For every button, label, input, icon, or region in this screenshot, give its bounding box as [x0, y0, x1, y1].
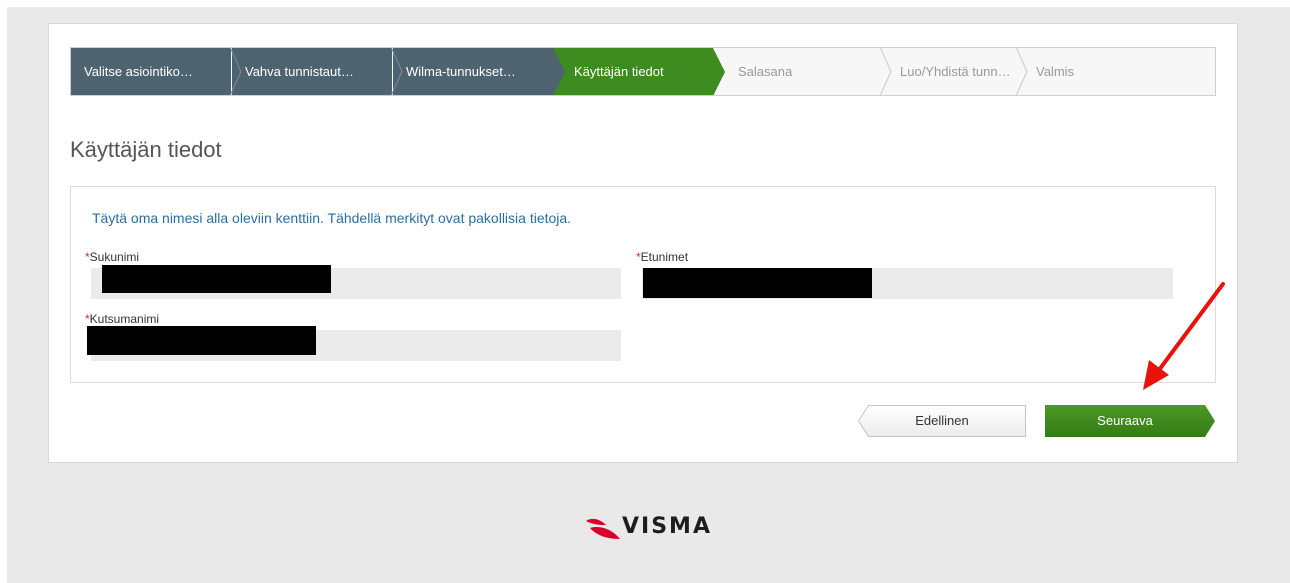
firstnames-label-text: Etunimet [640, 250, 689, 264]
surname-label: *Sukunimi [85, 250, 139, 264]
visma-logo-icon [586, 518, 620, 539]
step-separator [229, 48, 242, 95]
wizard-step-kayttajan-tiedot[interactable]: Käyttäjän tiedot [553, 48, 725, 95]
page-title: Käyttäjän tiedot [70, 137, 222, 162]
wizard-step-label: Valitse asiointiko… [84, 64, 193, 79]
wizard-step-valmis[interactable]: Valmis [1023, 48, 1173, 95]
wizard-step-valitse-asiointikohde[interactable]: Valitse asiointiko… [71, 48, 231, 95]
redacted-firstnames-value [643, 268, 872, 298]
wizard-step-salasana[interactable]: Salasana [725, 48, 885, 95]
next-button-label: Seuraava [1097, 413, 1153, 428]
wizard-step-label: Luo/Yhdistä tunn… [900, 64, 1011, 79]
nickname-label: *Kutsumanimi [85, 312, 159, 326]
form-instruction: Täytä oma nimesi alla oleviin kenttiin. … [92, 210, 572, 226]
wizard-step-wilma-tunnukset[interactable]: Wilma-tunnukset… [393, 48, 565, 95]
wizard-step-label: Käyttäjän tiedot [574, 64, 664, 79]
wizard-steps: Valitse asiointiko… Vahva tunnistaut… Wi… [70, 47, 1216, 96]
annotation-arrow-icon [1143, 282, 1225, 390]
step-separator [879, 48, 892, 95]
next-button[interactable]: Seuraava [1045, 405, 1215, 437]
previous-button[interactable]: Edellinen [858, 405, 1026, 437]
firstnames-label: *Etunimet [636, 250, 688, 264]
redacted-surname-value [102, 265, 331, 293]
wizard-step-label: Salasana [738, 64, 793, 79]
surname-label-text: Sukunimi [89, 250, 140, 264]
step-arrow [713, 48, 725, 95]
wizard-step-vahva-tunnistautuminen[interactable]: Vahva tunnistaut… [232, 48, 392, 95]
step-separator [1015, 48, 1028, 95]
redacted-nickname-value [87, 326, 316, 355]
step-separator [390, 48, 403, 95]
step-arrow [553, 48, 565, 95]
previous-button-label: Edellinen [915, 413, 969, 428]
visma-logo-text: VISMA [622, 514, 712, 539]
nickname-label-text: Kutsumanimi [89, 312, 160, 326]
visma-logo: VISMA [584, 513, 714, 543]
